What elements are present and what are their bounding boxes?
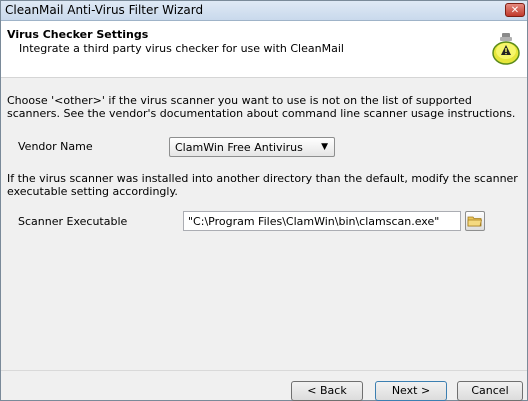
scanner-executable-label: Scanner Executable xyxy=(18,215,128,228)
scanner-executable-input[interactable]: "C:\Program Files\ClamWin\bin\clamscan.e… xyxy=(183,211,461,231)
vendor-name-label: Vendor Name xyxy=(18,140,93,153)
page-title: Virus Checker Settings xyxy=(7,28,149,41)
vendor-select[interactable]: ClamWin Free Antivirus ▼ xyxy=(169,137,335,157)
warning-shield-icon xyxy=(492,33,520,65)
vendor-selected-value: ClamWin Free Antivirus xyxy=(175,141,303,154)
intro-text: Choose '<other>' if the virus scanner yo… xyxy=(7,94,516,120)
cancel-button[interactable]: Cancel xyxy=(457,381,523,401)
scanner-executable-value: "C:\Program Files\ClamWin\bin\clamscan.e… xyxy=(188,215,440,228)
next-button[interactable]: Next > xyxy=(375,381,447,401)
close-button[interactable]: ✕ xyxy=(505,3,525,17)
wizard-header: Virus Checker Settings Integrate a third… xyxy=(1,21,527,78)
browse-button[interactable] xyxy=(465,211,485,231)
chevron-down-icon: ▼ xyxy=(321,142,328,152)
directory-text: If the virus scanner was installed into … xyxy=(7,172,518,198)
title-bar[interactable]: CleanMail Anti-Virus Filter Wizard ✕ xyxy=(1,1,527,21)
folder-icon xyxy=(467,216,483,227)
page-subtitle: Integrate a third party virus checker fo… xyxy=(19,42,344,55)
back-button[interactable]: < Back xyxy=(291,381,363,401)
wizard-window: CleanMail Anti-Virus Filter Wizard ✕ Vir… xyxy=(0,0,528,401)
window-title: CleanMail Anti-Virus Filter Wizard xyxy=(5,3,204,17)
footer-divider xyxy=(1,370,527,371)
